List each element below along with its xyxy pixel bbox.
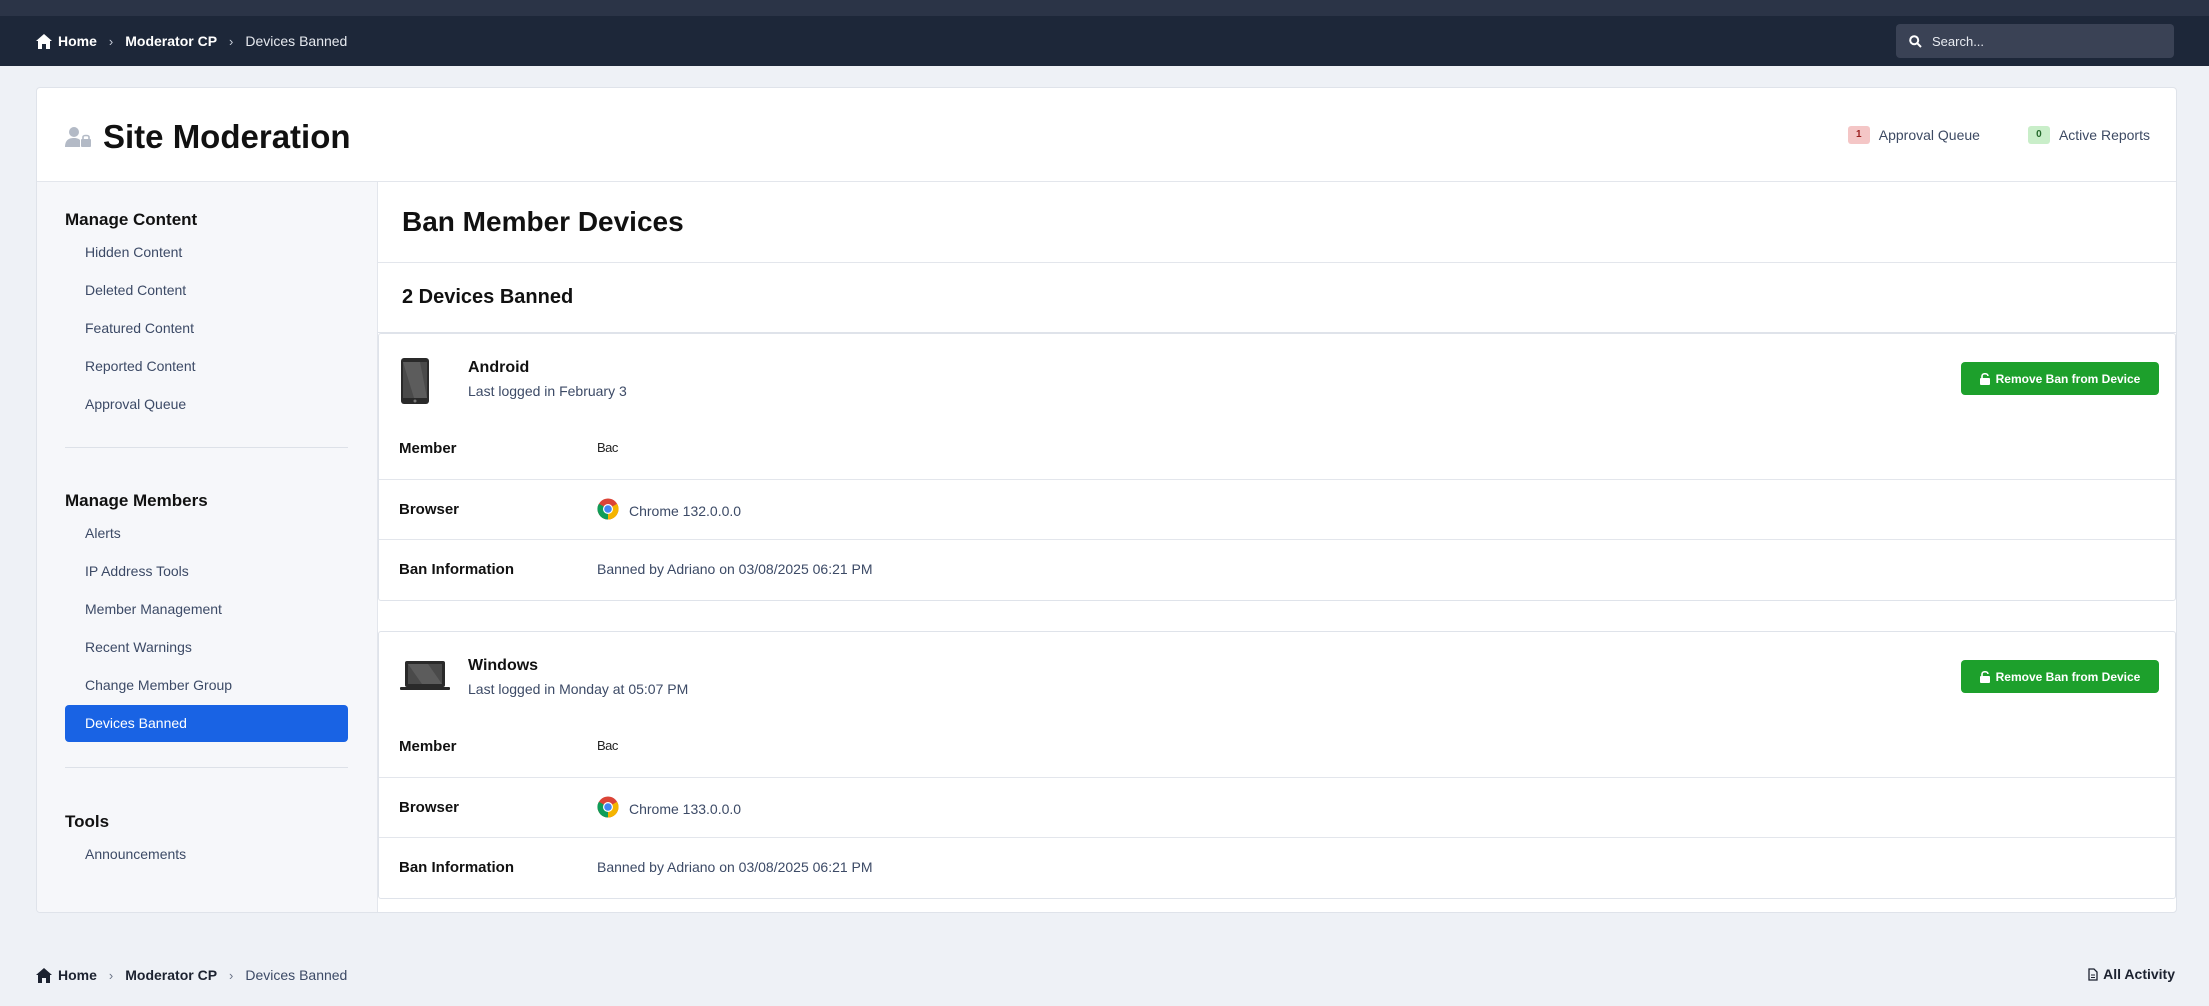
sidebar-item-announcements[interactable]: Announcements — [65, 836, 348, 873]
unlock-icon — [1979, 670, 1990, 683]
active-reports-label: Active Reports — [2058, 127, 2150, 143]
sidebar-item-ip-address-tools[interactable]: IP Address Tools — [65, 553, 348, 590]
breadcrumb-current: Devices Banned — [245, 33, 348, 49]
browser-version: Chrome 132.0.0.0 — [629, 502, 742, 519]
content-header: Ban Member Devices — [378, 182, 2176, 263]
remove-ban-button[interactable]: Remove Ban from Device — [1961, 362, 2159, 395]
member-link[interactable]: Bac — [597, 738, 618, 753]
top-strip — [0, 0, 2209, 16]
member-value: Bac — [597, 440, 618, 455]
chrome-icon — [597, 796, 619, 818]
chevron-right-icon: › — [229, 967, 234, 983]
page-title: Site Moderation — [103, 118, 351, 155]
device-card: Windows Last logged in Monday at 05:07 P… — [378, 631, 2176, 899]
search-input[interactable] — [1930, 32, 2154, 50]
detail-row-member: Member Bac — [379, 419, 2175, 479]
sidebar-item-alerts[interactable]: Alerts — [65, 515, 348, 552]
detail-row-ban-info: Ban Information Banned by Adriano on 03/… — [379, 539, 2175, 600]
footer-breadcrumb: Home › Moderator CP › Devices Banned — [36, 962, 347, 988]
sidebar-divider — [65, 767, 348, 768]
navbar: Home › Moderator CP › Devices Banned — [0, 16, 2209, 66]
approval-count-badge: 1 — [1847, 126, 1870, 144]
browser-label: Browser — [399, 501, 460, 518]
sidebar-item-approval-queue[interactable]: Approval Queue — [65, 386, 348, 423]
active-reports-link[interactable]: 0 Active Reports — [2027, 126, 2150, 144]
search-icon — [1909, 34, 1922, 48]
moderation-panel: Site Moderation 1 Approval Queue 0 Activ… — [36, 87, 2177, 913]
sidebar-item-member-management[interactable]: Member Management — [65, 591, 348, 628]
device-name: Windows — [468, 657, 539, 674]
detail-row-browser: Browser Chrome 133.0.0.0 — [379, 777, 2175, 838]
remove-ban-button[interactable]: Remove Ban from Device — [1961, 660, 2159, 693]
footer: Home › Moderator CP › Devices Banned All… — [36, 962, 2175, 988]
sidebar-item-deleted-content[interactable]: Deleted Content — [65, 272, 348, 309]
ban-info-label: Ban Information — [399, 561, 514, 578]
browser-value: Chrome 132.0.0.0 — [597, 498, 742, 520]
breadcrumb-home[interactable]: Home — [58, 967, 97, 983]
home-icon — [36, 33, 52, 49]
sidebar-item-reported-content[interactable]: Reported Content — [65, 348, 348, 385]
detail-row-ban-info: Ban Information Banned by Adriano on 03/… — [379, 837, 2175, 898]
browser-value: Chrome 133.0.0.0 — [597, 796, 742, 818]
member-label: Member — [399, 440, 457, 457]
sidebar: Manage Content Hidden Content Deleted Co… — [37, 182, 378, 912]
content-title: Ban Member Devices — [402, 206, 684, 237]
breadcrumb-moderator-cp[interactable]: Moderator CP — [125, 967, 217, 983]
member-link[interactable]: Bac — [597, 440, 618, 455]
sidebar-divider — [65, 447, 348, 448]
breadcrumb-moderator-cp[interactable]: Moderator CP — [125, 33, 217, 49]
document-icon — [2088, 967, 2098, 981]
chrome-icon — [597, 498, 619, 520]
sidebar-heading: Manage Members — [65, 491, 208, 510]
chevron-right-icon: › — [108, 967, 114, 983]
remove-ban-label: Remove Ban from Device — [1995, 669, 2141, 684]
ban-info-label: Ban Information — [399, 859, 514, 876]
banned-count-header: 2 Devices Banned — [378, 263, 2176, 333]
member-value: Bac — [597, 738, 618, 753]
chevron-right-icon: › — [108, 33, 114, 49]
approval-queue-label: Approval Queue — [1878, 127, 1980, 143]
search-box[interactable] — [1896, 24, 2174, 58]
main-content: Ban Member Devices 2 Devices Banned Andr… — [378, 182, 2176, 912]
browser-label: Browser — [399, 799, 460, 816]
device-name: Android — [468, 359, 530, 376]
member-label: Member — [399, 738, 457, 755]
detail-row-browser: Browser Chrome 132.0.0.0 — [379, 479, 2175, 540]
sidebar-item-featured-content[interactable]: Featured Content — [65, 310, 348, 347]
user-lock-icon — [65, 127, 91, 147]
all-activity-label: All Activity — [2103, 966, 2175, 982]
phone-icon — [401, 358, 429, 404]
browser-version: Chrome 133.0.0.0 — [629, 800, 742, 817]
sidebar-item-change-member-group[interactable]: Change Member Group — [65, 667, 348, 704]
banned-count: 2 Devices Banned — [402, 286, 574, 308]
sidebar-heading: Manage Content — [65, 210, 198, 229]
approval-queue-link[interactable]: 1 Approval Queue — [1847, 126, 1980, 144]
remove-ban-label: Remove Ban from Device — [1995, 371, 2141, 386]
device-last-logged: Last logged in February 3 — [468, 383, 627, 399]
reports-count-badge: 0 — [2027, 126, 2050, 144]
detail-row-member: Member Bac — [379, 717, 2175, 777]
ban-info-value: Banned by Adriano on 03/08/2025 06:21 PM — [597, 859, 873, 875]
sidebar-item-recent-warnings[interactable]: Recent Warnings — [65, 629, 348, 666]
sidebar-item-devices-banned[interactable]: Devices Banned — [65, 705, 348, 742]
chevron-right-icon: › — [229, 33, 234, 49]
sidebar-item-hidden-content[interactable]: Hidden Content — [65, 234, 348, 271]
sidebar-heading: Tools — [65, 812, 110, 831]
ban-info-value: Banned by Adriano on 03/08/2025 06:21 PM — [597, 561, 873, 577]
breadcrumb: Home › Moderator CP › Devices Banned — [36, 16, 347, 66]
breadcrumb-home[interactable]: Home — [58, 33, 97, 49]
panel-header: Site Moderation 1 Approval Queue 0 Activ… — [37, 88, 2176, 182]
device-card: Android Last logged in February 3 Remove… — [378, 333, 2176, 601]
breadcrumb-current: Devices Banned — [245, 967, 348, 983]
unlock-icon — [1979, 372, 1990, 385]
device-last-logged: Last logged in Monday at 05:07 PM — [468, 681, 689, 697]
all-activity-link[interactable]: All Activity — [2088, 966, 2175, 982]
laptop-icon — [400, 661, 450, 690]
home-icon — [36, 967, 52, 983]
